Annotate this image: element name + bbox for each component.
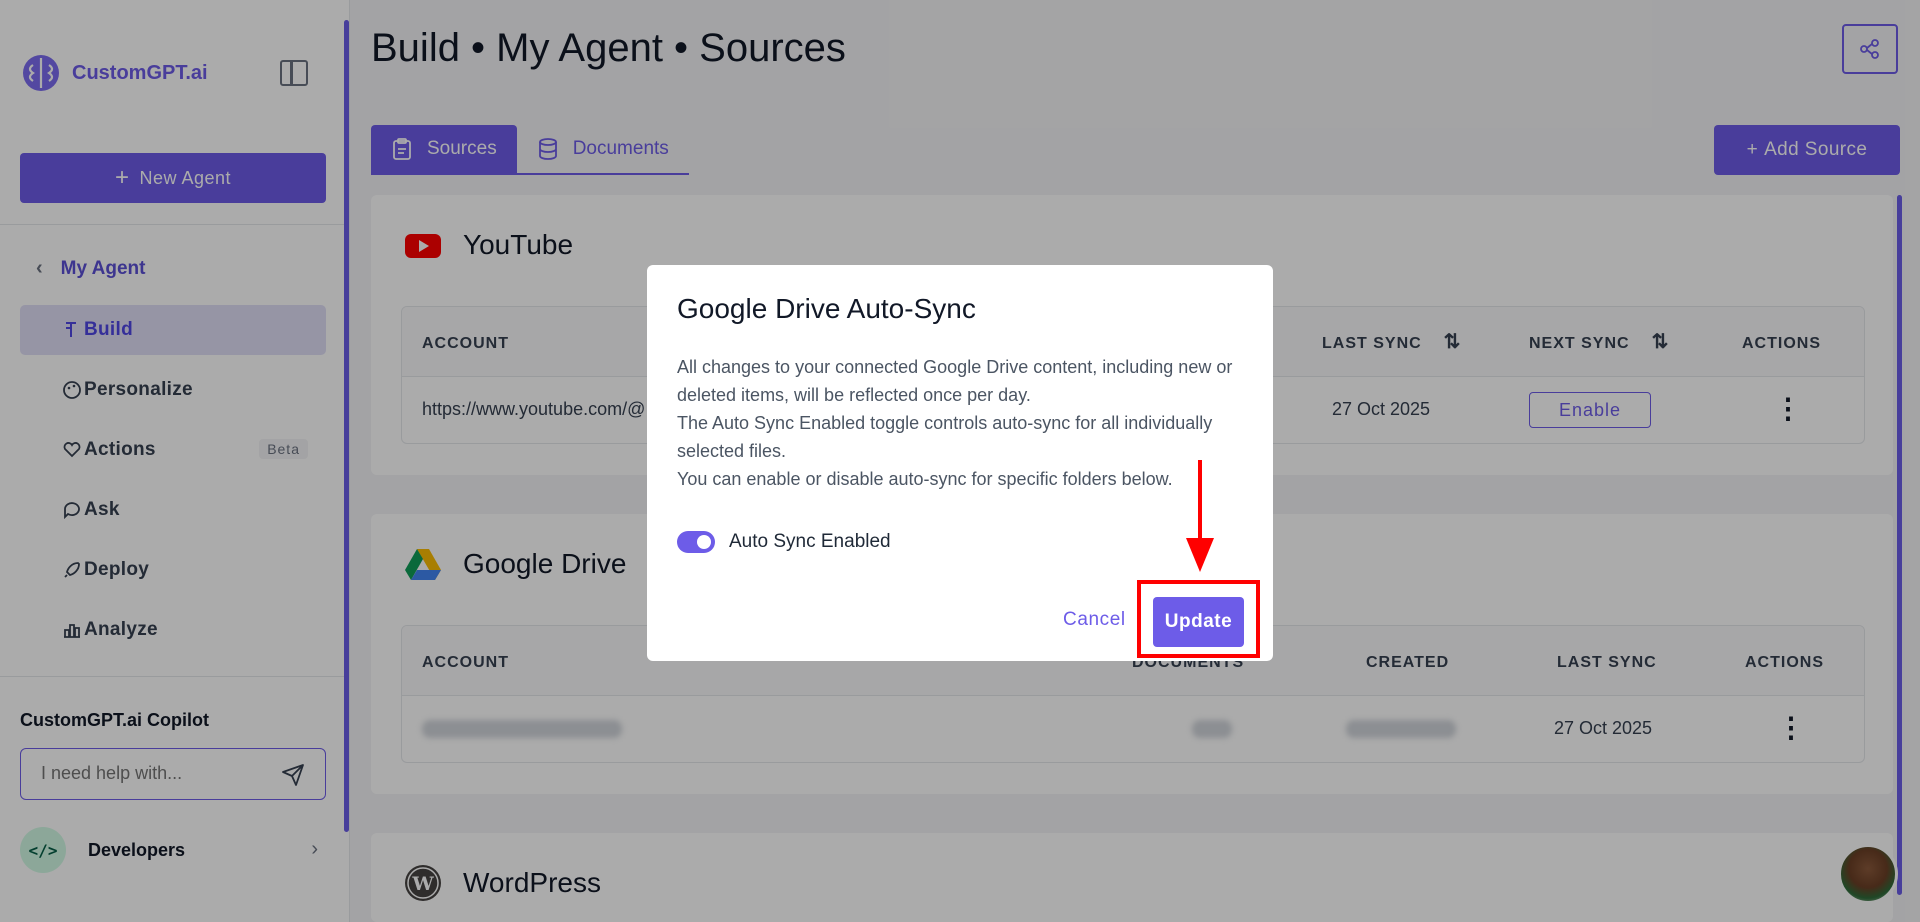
modal-body-line: The Auto Sync Enabled toggle controls au… [677,413,1213,461]
modal-body: All changes to your connected Google Dri… [677,353,1247,493]
annotation-arrow-icon [1186,460,1214,572]
modal-body-line: All changes to your connected Google Dri… [677,357,1233,405]
auto-sync-toggle-label: Auto Sync Enabled [729,531,891,552]
auto-sync-toggle-row: Auto Sync Enabled [677,531,891,553]
auto-sync-toggle[interactable] [677,531,715,553]
modal-body-line: You can enable or disable auto-sync for … [677,469,1173,489]
modal-title: Google Drive Auto-Sync [677,293,976,324]
cancel-button[interactable]: Cancel [1063,609,1126,631]
annotation-highlight-box [1137,580,1260,658]
